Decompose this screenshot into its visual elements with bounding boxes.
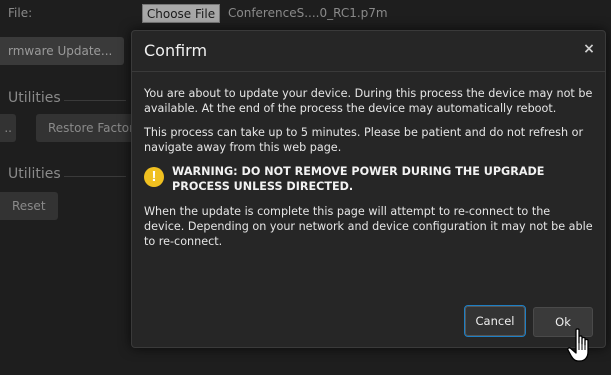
dialog-body: You are about to update your device. Dur… <box>132 72 605 249</box>
confirm-dialog: Confirm × You are about to update your d… <box>131 30 606 348</box>
reconnect-notice-text: When the update is complete this page wi… <box>144 205 593 248</box>
selected-file-name: ConferenceS....0_RC1.p7m <box>228 6 388 20</box>
choose-file-button[interactable]: Choose File <box>142 4 220 23</box>
duration-notice-text: This process can take up to 5 minutes. P… <box>144 126 584 154</box>
reset-button[interactable]: Reset <box>0 192 58 220</box>
cancel-button[interactable]: Cancel <box>464 305 526 337</box>
utility-button-truncated[interactable]: .. <box>0 114 16 142</box>
dialog-header: Confirm × <box>132 31 605 72</box>
restore-factory-button[interactable]: Restore Factor <box>36 114 136 142</box>
update-warning-text: You are about to update your device. Dur… <box>144 87 593 115</box>
firmware-update-button[interactable]: rmware Update... <box>0 37 124 65</box>
hand-pointer-icon <box>567 328 589 362</box>
power-warning: ! WARNING: DO NOT REMOVE POWER DURING TH… <box>144 164 593 194</box>
section-divider <box>64 176 126 177</box>
close-icon[interactable]: × <box>581 41 597 57</box>
section-divider <box>64 100 126 101</box>
dialog-title: Confirm <box>144 41 208 60</box>
file-label: File: <box>8 6 33 20</box>
warning-icon: ! <box>144 167 164 187</box>
section-title-utilities: Utilities <box>8 90 61 106</box>
power-warning-text: WARNING: DO NOT REMOVE POWER DURING THE … <box>172 165 545 193</box>
section-title-utilities-2: Utilities <box>8 166 61 182</box>
